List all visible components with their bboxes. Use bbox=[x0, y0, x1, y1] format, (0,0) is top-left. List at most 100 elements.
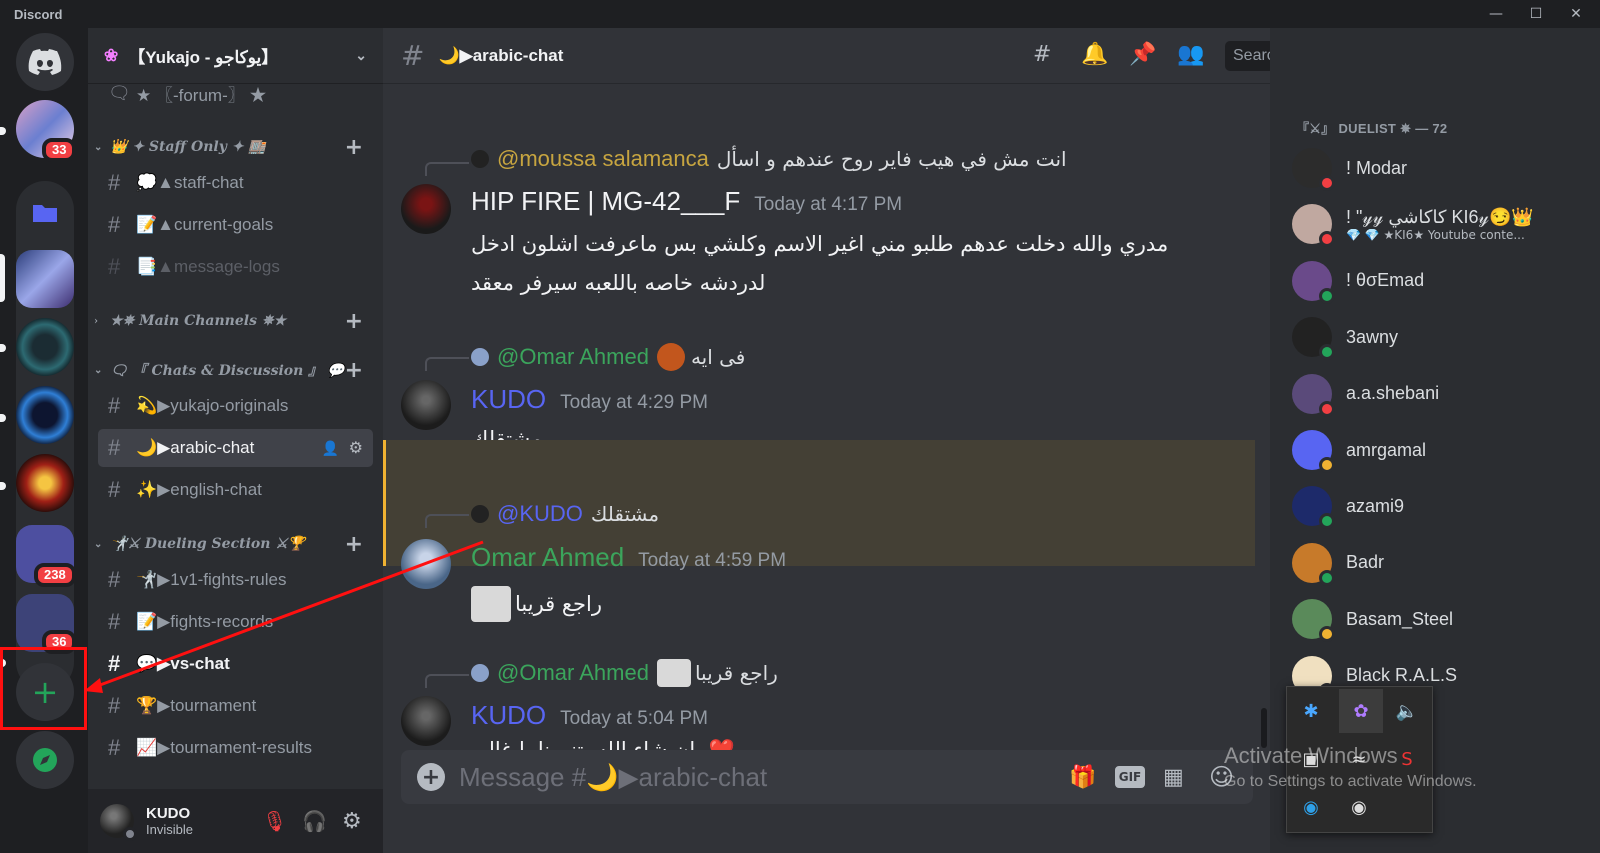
avatar bbox=[471, 664, 489, 682]
reply-preview[interactable]: @Omar Ahmed فى ايه bbox=[471, 343, 745, 371]
home-button[interactable] bbox=[16, 33, 74, 91]
category-dueling-section[interactable]: ⌄ 🤺⚔ Dueling Section ⚔🏆 + bbox=[88, 530, 383, 558]
user-status: Invisible bbox=[146, 822, 193, 837]
channel-current-goals[interactable]: # 📝▲current-goals bbox=[98, 206, 373, 244]
member-item[interactable]: ! Modar bbox=[1292, 142, 1592, 194]
minimize-icon[interactable]: — bbox=[1476, 3, 1516, 25]
member-item[interactable]: Basam_Steel bbox=[1292, 593, 1592, 645]
reply-preview[interactable]: @KUDO مشتقلك bbox=[471, 501, 659, 526]
channel-message-logs[interactable]: # 📑▲message-logs bbox=[98, 248, 373, 286]
member-item[interactable]: a.a.shebani bbox=[1292, 368, 1592, 420]
avatar[interactable] bbox=[401, 184, 451, 234]
message-author[interactable]: KUDO Today at 4:29 PM bbox=[471, 384, 708, 415]
create-channel-icon[interactable]: + bbox=[345, 532, 363, 557]
mic-muted-icon[interactable]: 🎙 bbox=[262, 809, 287, 833]
server-icon-yukajo[interactable] bbox=[16, 250, 74, 308]
member-item[interactable]: Badr bbox=[1292, 537, 1592, 589]
bluetooth-icon[interactable]: ✱ bbox=[1291, 691, 1331, 731]
gift-icon[interactable]: 🎁 bbox=[1069, 765, 1096, 790]
close-icon[interactable]: ✕ bbox=[1556, 3, 1596, 25]
member-item[interactable]: 3awny bbox=[1292, 311, 1592, 363]
chat-area: # 🌙▶arabic-chat # 🔔 📌 👥 Search ⚲ ⤓ ▣ ❓ @… bbox=[383, 28, 1548, 853]
edge-icon[interactable]: ◉ bbox=[1291, 787, 1331, 827]
category-label: 🗨 『 Chats & Discussion 』 💬 bbox=[110, 363, 345, 379]
category-label: 👑 ✦ Staff Only ✦ 🏬 bbox=[110, 139, 266, 155]
guild-header[interactable]: ❀ 【Yukajo - يوكاجو】 ⌄ bbox=[88, 28, 383, 84]
member-item[interactable]: amrgamal bbox=[1292, 424, 1592, 476]
explore-servers-button[interactable] bbox=[16, 731, 74, 789]
channel-yukajo-originals[interactable]: # 💫▶yukajo-originals bbox=[98, 387, 373, 425]
server-icon-5[interactable] bbox=[16, 454, 74, 512]
bell-icon[interactable]: 🔔 bbox=[1081, 42, 1108, 67]
category-main-channels[interactable]: › ★✵ Main Channels ✵★ + bbox=[88, 307, 383, 335]
message-author[interactable]: HIP FIRE | MG-42___F Today at 4:17 PM bbox=[471, 186, 902, 217]
channel-english-chat[interactable]: # ✨▶english-chat bbox=[98, 471, 373, 509]
message-line: راجع قريبا bbox=[471, 586, 602, 622]
feather-app-icon[interactable]: ✿ bbox=[1339, 689, 1383, 733]
server-icon-4[interactable] bbox=[16, 386, 74, 444]
author-name: Omar Ahmed bbox=[471, 542, 625, 572]
status-indicator bbox=[123, 827, 137, 841]
reply-preview[interactable]: @moussa salamanca انت مش في هيب فاير روح… bbox=[471, 146, 1067, 171]
avatar[interactable] bbox=[401, 539, 451, 589]
gear-icon[interactable]: ⚙ bbox=[349, 438, 363, 458]
channel-label: 💫▶yukajo-originals bbox=[136, 396, 289, 415]
avatar[interactable] bbox=[401, 380, 451, 430]
maximize-icon[interactable]: ☐ bbox=[1516, 3, 1556, 25]
reply-spine bbox=[425, 357, 469, 371]
channel-1v1-fights-rules[interactable]: # 🤺▶1v1-fights-rules bbox=[98, 561, 373, 599]
create-channel-icon[interactable]: + bbox=[345, 135, 363, 160]
message-author[interactable]: Omar Ahmed Today at 4:59 PM bbox=[471, 542, 786, 573]
unread-pill bbox=[0, 344, 6, 352]
scrollbar[interactable] bbox=[1261, 708, 1267, 748]
avatar bbox=[1292, 373, 1335, 417]
hash-icon: # bbox=[108, 435, 121, 460]
invite-icon[interactable]: 👤 bbox=[322, 440, 339, 457]
threads-icon[interactable]: # bbox=[1033, 42, 1051, 67]
attach-plus-icon[interactable]: + bbox=[417, 763, 445, 791]
unread-pill bbox=[0, 482, 6, 490]
channel-label: 🏆▶tournament bbox=[136, 696, 257, 715]
channel-tournament[interactable]: # 🏆▶tournament bbox=[98, 687, 373, 725]
hash-icon: # bbox=[108, 609, 121, 634]
settings-gear-icon[interactable]: ⚙ bbox=[342, 809, 362, 834]
member-item[interactable]: ! θσEmad bbox=[1292, 255, 1592, 307]
chevron-right-icon: › bbox=[94, 315, 98, 327]
member-list-icon[interactable]: 👥 bbox=[1177, 42, 1204, 67]
mention-badge: 33 bbox=[42, 138, 77, 162]
channel-forum[interactable]: 🗨 ★ 〖-forum-〗 ★ bbox=[98, 78, 373, 108]
create-channel-icon[interactable]: + bbox=[345, 309, 363, 334]
folder-icon[interactable] bbox=[16, 184, 74, 242]
channel-label: 📑▲message-logs bbox=[136, 257, 280, 276]
selected-pill bbox=[0, 254, 5, 302]
volume-icon[interactable]: 🔈 bbox=[1387, 691, 1427, 731]
avatar bbox=[471, 150, 489, 168]
message-input[interactable]: + Message #🌙▶arabic-chat 🎁 GIF ▦ ☺ bbox=[401, 750, 1253, 804]
message-timestamp: Today at 4:59 PM bbox=[638, 550, 787, 571]
avatar[interactable] bbox=[100, 804, 137, 841]
member-item[interactable]: azami9 bbox=[1292, 480, 1592, 532]
discord-tray-icon[interactable]: ◉ bbox=[1339, 787, 1379, 827]
channel-staff-chat[interactable]: # 💭▲staff-chat bbox=[98, 164, 373, 202]
channel-label: ✨▶english-chat bbox=[136, 480, 262, 499]
message-author[interactable]: KUDO Today at 5:04 PM bbox=[471, 700, 708, 731]
hash-icon: # bbox=[401, 39, 425, 72]
category-staff-only[interactable]: ⌄ 👑 ✦ Staff Only ✦ 🏬 + bbox=[88, 133, 383, 161]
channel-label: 📈▶tournament-results bbox=[136, 738, 312, 757]
channel-vs-chat[interactable]: # 💬▶vs-chat bbox=[98, 645, 373, 683]
sticker-icon[interactable]: ▦ bbox=[1163, 765, 1184, 790]
status-indicator bbox=[1319, 457, 1335, 473]
server-icon-3[interactable] bbox=[16, 318, 74, 376]
member-item[interactable]: ! "𝓎𝓎 كاكاشي KI6𝓎😏👑 💎 💎 ★KI6★ Youtube con… bbox=[1292, 198, 1592, 250]
category-chats-discussion[interactable]: ⌄ 🗨 『 Chats & Discussion 』 💬 + bbox=[88, 356, 383, 384]
channel-arabic-chat[interactable]: # 🌙▶arabic-chat 👤 ⚙ bbox=[98, 429, 373, 467]
create-channel-icon[interactable]: + bbox=[345, 358, 363, 383]
channel-tournament-results[interactable]: # 📈▶tournament-results bbox=[98, 729, 373, 767]
avatar[interactable] bbox=[401, 696, 451, 746]
gif-icon[interactable]: GIF bbox=[1115, 766, 1145, 788]
headphones-icon[interactable]: 🎧 bbox=[302, 809, 327, 833]
sticker-emoji bbox=[471, 586, 511, 622]
reply-preview[interactable]: @Omar Ahmed راجع قريبا bbox=[471, 659, 778, 687]
pin-icon[interactable]: 📌 bbox=[1129, 42, 1156, 67]
channel-fights-records[interactable]: # 📝▶fights-records bbox=[98, 603, 373, 641]
